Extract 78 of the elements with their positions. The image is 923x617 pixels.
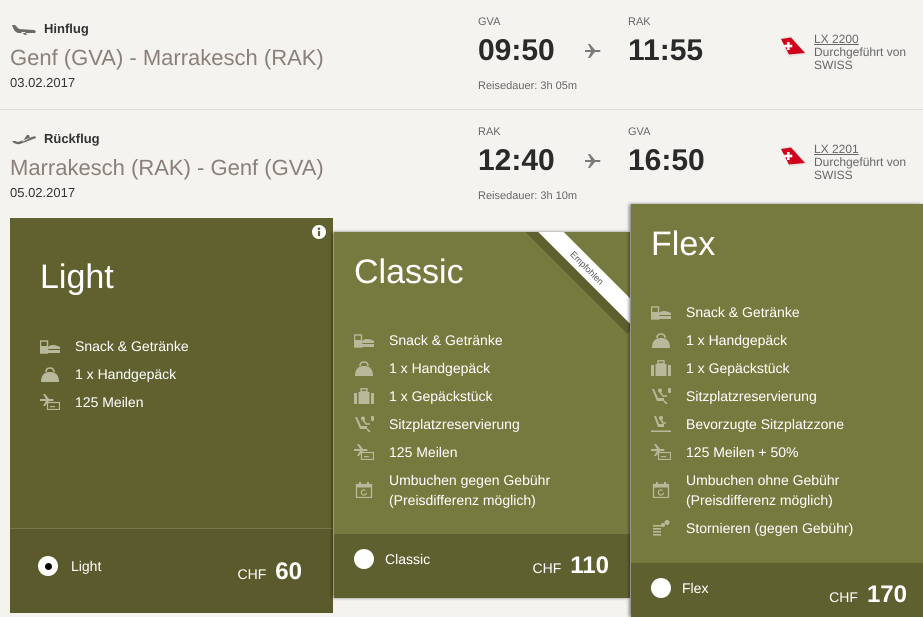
plane-and-card-icon (651, 444, 671, 460)
feature-text: 125 Meilen + 50% (686, 443, 798, 462)
flight-date: 03.02.2017 (10, 75, 76, 91)
currency-label: CHF (238, 565, 266, 584)
feature-text: Snack & Getränke (75, 337, 189, 356)
suitcase-icon (354, 388, 374, 404)
fare-option-label: Flex (682, 579, 708, 598)
currency-label: CHF (829, 588, 858, 607)
feature-text: Umbuchen ohne Gebühr (Preisdifferenz möglich) (686, 471, 840, 510)
departure-time: 12:40 (478, 144, 555, 178)
feature-text: Snack & Getränke (686, 303, 800, 322)
feature-text: 1 x Gepäckstück (686, 359, 790, 378)
feature-text: 125 Meilen (75, 393, 144, 412)
bag-icon (651, 332, 671, 348)
flight-direction: Rückflug (44, 130, 100, 148)
price-amount: 60 (275, 558, 302, 586)
fare-card[interactable]: Light Snack & Getränke 1 x Handgepäck 125 Meilen Light CHF 60 (10, 218, 333, 613)
plane-icon (585, 44, 601, 58)
bag-icon (40, 366, 60, 382)
price-amount: 170 (866, 581, 907, 609)
route-title: Genf (GVA) - Marrakesch (RAK) (10, 44, 324, 72)
airport-code: GVA (628, 126, 650, 139)
airport-code: RAK (478, 126, 501, 139)
document-icon (651, 520, 671, 536)
airline-tail-icon (780, 36, 807, 57)
feature-text: 1 x Handgepäck (686, 331, 788, 350)
calendar-icon (354, 482, 374, 498)
plane-icon (12, 134, 37, 144)
departure-time: 09:50 (478, 34, 555, 68)
flight-number-link[interactable]: LX 2201 (814, 143, 859, 156)
route-title: Marrakesch (RAK) - Genf (GVA) (10, 154, 324, 182)
radio-button[interactable] (38, 556, 58, 576)
plane-icon (12, 24, 37, 34)
radio-button[interactable] (354, 549, 374, 569)
fare-option-label: Classic (385, 550, 430, 569)
feature-text: 1 x Handgepäck (75, 365, 176, 384)
price-amount: 110 (570, 552, 609, 580)
feature-text: 1 x Handgepäck (389, 359, 490, 378)
flight-direction: Hinflug (44, 20, 89, 38)
plane-and-card-icon (354, 444, 374, 460)
cup-and-tray-icon (354, 332, 374, 348)
operator-text: Durchgeführt von SWISS (814, 46, 908, 72)
feature-text: Sitzplatzreservierung (686, 387, 817, 406)
fare-title: Light (40, 258, 114, 296)
operator-text: Durchgeführt von SWISS (814, 156, 908, 182)
currency-label: CHF (532, 559, 562, 578)
feature-text: 125 Meilen (389, 443, 458, 462)
feature-text: Snack & Getränke (389, 331, 503, 350)
fare-title: Classic (354, 253, 464, 291)
seat-icon (651, 416, 671, 432)
seat-icon (354, 416, 374, 432)
cup-and-tray-icon (40, 338, 60, 354)
calendar-icon (651, 482, 671, 498)
plane-and-card-icon (40, 394, 60, 410)
arrival-time: 16:50 (628, 144, 705, 178)
travel-duration: Reisedauer: 3h 10m (478, 190, 578, 203)
plane-icon (585, 154, 601, 168)
feature-text: Sitzplatzreservierung (389, 415, 520, 434)
fare-card[interactable] (631, 204, 923, 617)
airport-code: RAK (628, 16, 651, 29)
feature-text: Umbuchen gegen Gebühr (Preisdifferenz möglich) (389, 471, 552, 510)
feature-text: Stornieren (gegen Gebühr) (686, 519, 854, 538)
airline-tail-icon (780, 146, 807, 167)
bag-icon (354, 360, 374, 376)
fare-option-label: Light (71, 557, 102, 576)
seat-icon (651, 388, 671, 404)
feature-text: Bevorzugte Sitzplatzzone (686, 415, 844, 434)
flight-date: 05.02.2017 (10, 185, 76, 201)
arrival-time: 11:55 (628, 34, 704, 68)
radio-button[interactable] (651, 578, 671, 598)
info-icon[interactable] (312, 225, 326, 239)
cup-and-tray-icon (651, 304, 671, 320)
suitcase-icon (651, 360, 671, 376)
travel-duration: Reisedauer: 3h 05m (478, 80, 578, 93)
feature-text: 1 x Gepäckstück (389, 387, 492, 406)
airport-code: GVA (478, 16, 500, 29)
flight-number-link[interactable]: LX 2200 (814, 33, 859, 46)
fare-title: Flex (651, 225, 716, 263)
